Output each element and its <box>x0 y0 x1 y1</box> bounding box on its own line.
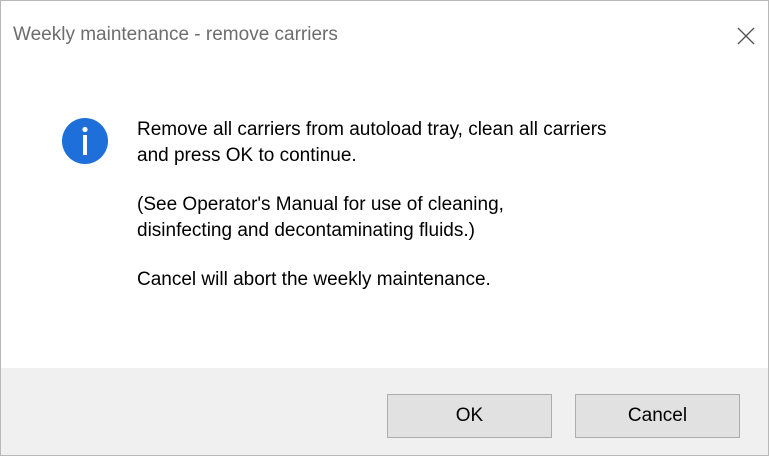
message-line: Cancel will abort the weekly maintenance… <box>137 269 491 290</box>
dialog-content: Remove all carriers from autoload tray, … <box>1 73 768 368</box>
cancel-button[interactable]: Cancel <box>575 394 740 438</box>
close-button[interactable] <box>728 19 764 53</box>
button-bar: OK Cancel <box>1 368 768 455</box>
window-title: Weekly maintenance - remove carriers <box>13 24 338 45</box>
message-line: Remove all carriers from autoload tray, … <box>137 119 607 140</box>
message-paragraph-manual: (See Operator's Manual for use of cleani… <box>137 192 737 244</box>
close-icon <box>737 27 755 45</box>
message-line: (See Operator's Manual for use of cleani… <box>137 194 504 215</box>
message-paragraph-cancel: Cancel will abort the weekly maintenance… <box>137 267 737 293</box>
message-line: disinfecting and decontaminating fluids.… <box>137 220 475 241</box>
message-text: Remove all carriers from autoload tray, … <box>137 117 737 316</box>
message-dialog: Weekly maintenance - remove carriers Rem… <box>0 0 769 456</box>
title-bar[interactable]: Weekly maintenance - remove carriers <box>1 1 768 73</box>
ok-button[interactable]: OK <box>387 394 552 438</box>
message-paragraph-instructions: Remove all carriers from autoload tray, … <box>137 117 737 169</box>
info-icon <box>61 117 109 165</box>
message-line: and press OK to continue. <box>137 145 357 166</box>
